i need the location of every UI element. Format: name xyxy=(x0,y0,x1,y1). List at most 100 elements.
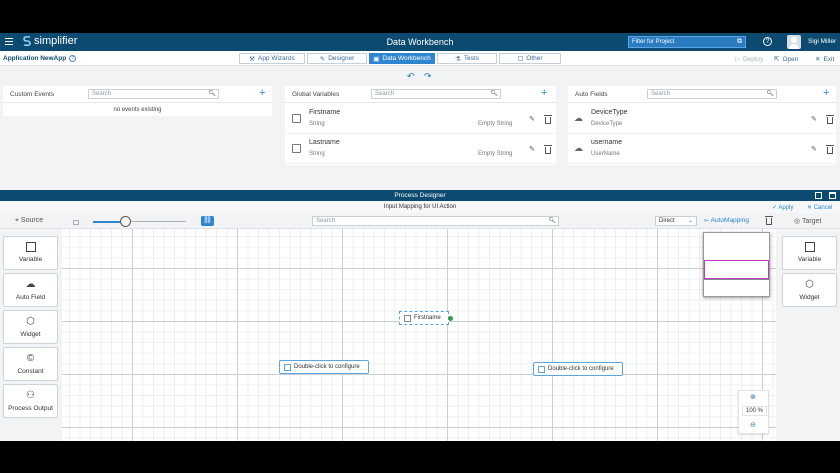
cancel-button[interactable]: ✕ Cancel xyxy=(807,204,832,211)
zoom-slider[interactable] xyxy=(93,216,186,227)
mapping-mode-select[interactable]: Direct ⌄ xyxy=(655,216,697,226)
target-crosshair-icon: ⌖ xyxy=(15,217,19,224)
palette-process-output[interactable]: ⚇ Process Output xyxy=(3,384,58,418)
cloud-icon: ☁ xyxy=(25,279,36,290)
edit-icon[interactable]: ✎ xyxy=(529,145,535,153)
tab-data-workbench[interactable]: ▣ Data Workbench xyxy=(369,53,435,64)
auto-fields-header: Auto Fields Search 🔍︎ + xyxy=(568,86,836,103)
configure-node-left[interactable]: Double-click to configure xyxy=(279,360,369,374)
link-button[interactable]: ⛓ xyxy=(201,216,214,226)
add-variable-button[interactable]: + xyxy=(541,87,547,99)
deploy-label: Deploy xyxy=(743,55,764,63)
tab-tests[interactable]: ⚗ Tests xyxy=(437,53,497,64)
add-event-button[interactable]: + xyxy=(259,87,265,99)
palette-label: Variable xyxy=(797,256,822,263)
list-item[interactable]: ☁ username UserName ✎ xyxy=(568,134,836,164)
cube-icon: ⬡ xyxy=(805,279,814,290)
window-icon[interactable] xyxy=(829,192,836,199)
palette-label: Process Output xyxy=(8,405,53,412)
trash-icon[interactable] xyxy=(826,145,834,154)
cube-icon: ⬡ xyxy=(26,316,35,327)
add-auto-field-button[interactable]: + xyxy=(823,87,829,99)
palette-constant[interactable]: © Constant xyxy=(3,347,58,381)
empty-events-text: no events existing xyxy=(113,107,162,113)
automapping-button[interactable]: ⟜ AutoMapping xyxy=(704,217,749,225)
variable-name: Lastname xyxy=(309,139,340,146)
palette-widget[interactable]: ⬡ Widget xyxy=(3,310,58,344)
slider-handle[interactable] xyxy=(120,216,132,227)
palette-variable[interactable]: Variable xyxy=(3,236,58,270)
global-variables-header: Global Variables Search 🔍︎ + xyxy=(285,86,556,103)
target-icon: ◎ xyxy=(794,218,801,225)
source-label-text: Source xyxy=(20,217,44,224)
auto-fields-panel: Auto Fields Search 🔍︎ + ☁ DeviceType Dev… xyxy=(568,86,836,165)
workbench-tabs: ⚒ App Wizards ✎ Designer ▣ Data Workbenc… xyxy=(239,53,563,64)
target-palette-widget[interactable]: ⬡ Widget xyxy=(782,273,837,307)
variable-icon xyxy=(404,314,411,322)
auto-field-name: username xyxy=(591,139,623,146)
project-filter-input[interactable]: Filter for Project ⧉ xyxy=(628,36,746,48)
target-palette-variable[interactable]: Variable xyxy=(782,236,837,270)
trash-icon[interactable] xyxy=(544,115,552,124)
edit-icon[interactable]: ✎ xyxy=(811,115,817,123)
tab-label: Other xyxy=(526,55,543,62)
avatar[interactable] xyxy=(787,35,801,49)
zoom-unit: % xyxy=(757,408,764,414)
cloud-icon: ☁ xyxy=(574,113,583,123)
redo-icon[interactable]: ↷ xyxy=(424,71,432,82)
user-name[interactable]: Sigi Miller xyxy=(808,38,836,45)
trash-icon[interactable] xyxy=(765,216,773,225)
designer-canvas[interactable]: Firstname Double-click to configure Doub… xyxy=(62,229,776,441)
tab-other[interactable]: ☐ Other xyxy=(499,53,561,64)
auto-fields-search[interactable]: Search 🔍︎ xyxy=(647,89,777,99)
custom-events-search[interactable]: Search 🔍︎ xyxy=(88,89,219,99)
designer-search[interactable]: Search 🔍︎ xyxy=(312,216,559,226)
designer-toolbar: ⌖ Source ⛓ Search 🔍︎ Direct ⌄ ⟜ AutoMapp… xyxy=(0,213,840,229)
node-label: Firstname xyxy=(414,315,441,321)
list-item[interactable]: ☁ DeviceType DeviceType ✎ xyxy=(568,104,836,134)
deploy-button[interactable]: ▷ Deploy xyxy=(735,55,764,64)
connector-handle[interactable] xyxy=(448,316,453,321)
share-icon: ⟜ xyxy=(704,217,710,224)
node-icon xyxy=(284,363,291,371)
zoom-out-icon[interactable]: ⊖ xyxy=(750,421,756,429)
edit-icon[interactable]: ✎ xyxy=(811,145,817,153)
exit-button[interactable]: ✕ Exit xyxy=(815,55,834,64)
list-item[interactable]: Firstname String Empty String ✎ xyxy=(285,104,556,134)
expand-icon[interactable] xyxy=(815,192,822,199)
minimap-viewport[interactable] xyxy=(704,260,769,279)
node-label: Double-click to configure xyxy=(548,366,614,372)
zoom-level[interactable]: 100 % xyxy=(742,406,767,416)
undo-icon[interactable]: ↶ xyxy=(407,71,415,82)
minimap[interactable] xyxy=(703,232,770,297)
tab-label: Tests xyxy=(463,55,479,62)
list-item[interactable]: Lastname String Empty String ✎ xyxy=(285,134,556,164)
trash-icon[interactable] xyxy=(544,145,552,154)
variable-checkbox[interactable] xyxy=(292,144,301,153)
palette-auto-field[interactable]: ☁ Auto Field xyxy=(3,273,58,307)
trash-icon[interactable] xyxy=(826,115,834,124)
configure-node-right[interactable]: Double-click to configure xyxy=(533,362,623,376)
process-designer-subheader: Input Mapping for UI Action ✓ Apply ✕ Ca… xyxy=(0,201,840,213)
wand-icon: ⚒ xyxy=(249,55,255,63)
search-placeholder: Search xyxy=(651,91,671,97)
help-icon[interactable]: ? xyxy=(763,37,772,46)
tab-app-wizards[interactable]: ⚒ App Wizards xyxy=(239,53,305,64)
global-variables-search[interactable]: Search 🔍︎ xyxy=(371,89,501,99)
auto-field-type: DeviceType xyxy=(591,121,623,127)
process-designer-bar: Process Designer xyxy=(0,190,840,201)
firstname-node[interactable]: Firstname xyxy=(399,311,453,325)
info-icon[interactable]: ? xyxy=(69,55,77,62)
palette-label: Constant xyxy=(17,368,44,375)
project-filter-placeholder: Filter for Project xyxy=(632,39,675,45)
search-placeholder: Search xyxy=(92,91,112,97)
tab-designer[interactable]: ✎ Designer xyxy=(307,53,367,64)
open-button[interactable]: ⇱ Open xyxy=(774,55,798,64)
edit-icon[interactable]: ✎ xyxy=(529,115,535,123)
apply-button[interactable]: ✓ Apply xyxy=(772,204,793,211)
target-label-text: Target xyxy=(801,218,822,225)
variable-checkbox[interactable] xyxy=(292,114,301,123)
lock-icon[interactable] xyxy=(73,220,79,225)
variable-icon xyxy=(804,242,815,252)
zoom-in-icon[interactable]: ⊕ xyxy=(750,393,756,401)
